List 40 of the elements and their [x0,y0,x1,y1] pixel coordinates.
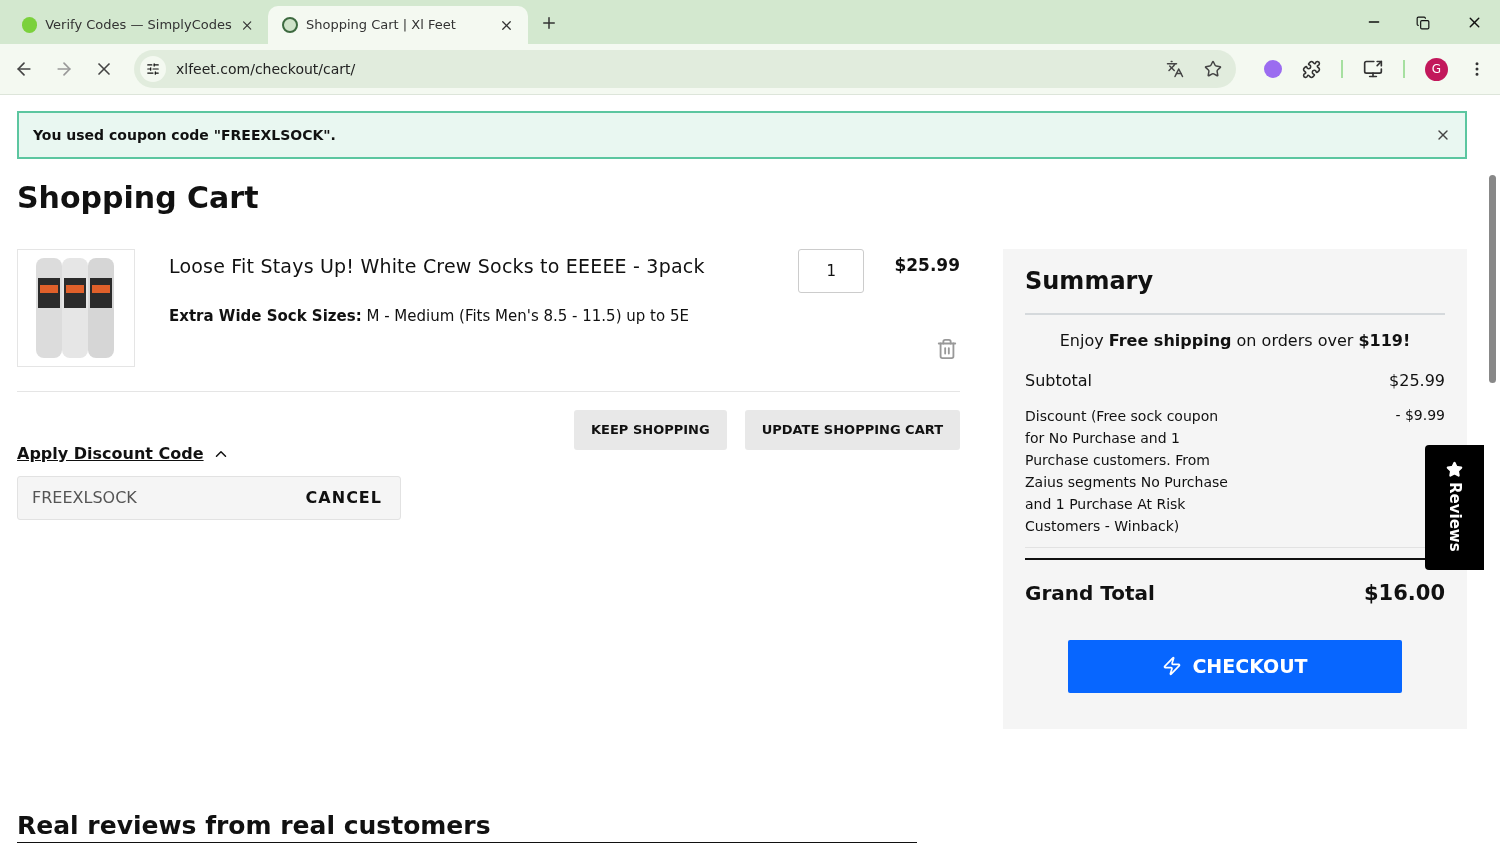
cancel-button[interactable]: CANCEL [305,486,382,510]
trash-icon[interactable] [936,337,958,361]
url-text: xlfeet.com/checkout/cart/ [176,59,357,79]
bookmark-star-icon[interactable] [1204,60,1222,78]
page-title: Shopping Cart [17,183,260,213]
grand-total-label: Grand Total [1025,580,1155,607]
profile-avatar[interactable]: G [1425,57,1448,81]
summary-title: Summary [1025,263,1445,315]
update-cart-button[interactable]: UPDATE SHOPPING CART [744,410,960,450]
summary-label: Discount (Free sock coupon for No Purchase and 1 Purchase customers. From Zaius segments No Purchase and 1 Purchase At Risk Customers - Winback) [1025,407,1229,536]
extension-icon[interactable] [1264,60,1282,78]
restore-icon[interactable] [1416,16,1430,30]
summary-value: $25.99 [1389,370,1445,392]
extensions-icon[interactable] [1302,59,1321,79]
shipping-note: Enjoy Free shipping on orders over $119! [1058,330,1412,352]
discount-toggle-link[interactable]: Apply Discount Code [17,442,204,466]
translate-icon[interactable] [1166,60,1184,78]
tab-title: Shopping Cart | Xl Feet [306,16,457,35]
browser-tab[interactable]: Verify Codes — SimplyCodes [8,6,268,44]
new-tab-icon[interactable] [540,14,558,32]
discount-code-field[interactable]: FREEXLSOCK CANCEL [17,476,401,520]
browser-tab[interactable]: Shopping Cart | Xl Feet [268,6,528,44]
product-option: Extra Wide Sock Sizes: M - Medium (Fits Men's 8.5 - 11.5) up to 5E [169,304,799,327]
tab-title: Verify Codes — SimplyCodes [45,16,232,35]
quantity-field[interactable]: 1 [798,249,865,293]
product-name[interactable]: Loose Fit Stays Up! White Crew Socks to EEEEE - 3pack [169,252,799,281]
keep-shopping-button[interactable]: KEEP SHOPPING [574,410,727,450]
alert-message: You used coupon code "FREEXLSOCK". [33,125,337,145]
lightning-icon [1162,656,1183,676]
site-info-icon[interactable] [140,56,166,82]
address-bar[interactable]: xlfeet.com/checkout/cart/ [134,50,1236,88]
summary-value: - $9.99 [1395,406,1445,425]
item-price: $25.99 [894,254,960,277]
checkout-button[interactable]: CHECKOUT [1068,639,1402,693]
reviews-tab[interactable]: Reviews [1425,445,1484,570]
grand-total-value: $16.00 [1363,580,1445,607]
summary-label: Subtotal [1025,370,1093,392]
product-image[interactable] [17,249,135,367]
star-icon [1446,461,1463,478]
reviews-heading: Real reviews from real customers [17,810,917,843]
